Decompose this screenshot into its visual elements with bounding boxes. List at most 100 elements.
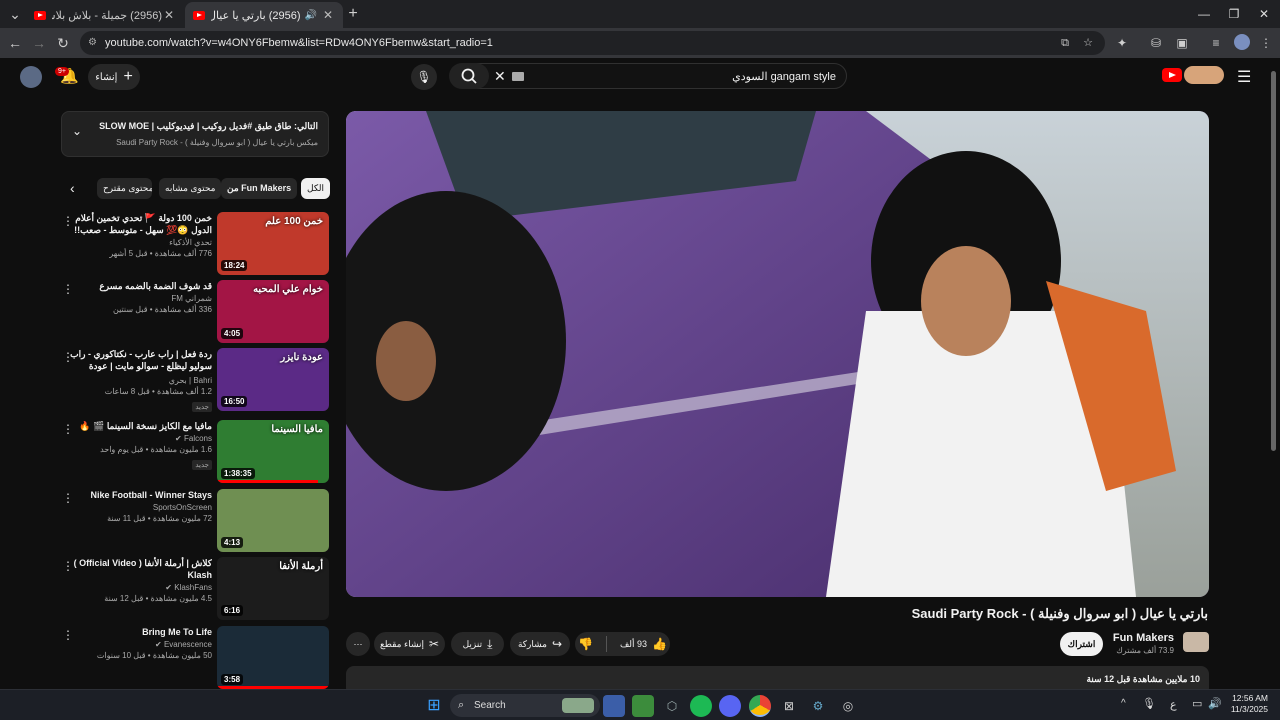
channel-name[interactable]: Falcons ✔	[62, 434, 212, 443]
video-thumbnail[interactable]: خوام علي المحبه 4:05	[217, 280, 329, 343]
video-thumbnail[interactable]: مافيا السينما 1:38:35	[217, 420, 329, 483]
channel-name[interactable]: KlashFans ✔	[62, 583, 212, 592]
profile-avatar[interactable]	[1234, 34, 1250, 50]
chevron-left-icon[interactable]: ‹	[70, 180, 75, 196]
clock[interactable]: 12:56 AM 11/3/2025	[1231, 693, 1268, 715]
volume-icon[interactable]: 🔊	[1208, 697, 1222, 710]
close-icon[interactable]: ✕	[162, 8, 176, 22]
download-button[interactable]: تنزيل ⤓	[451, 632, 504, 656]
channel-name[interactable]: Fun Makers	[1113, 632, 1174, 644]
channel-avatar[interactable]	[1183, 632, 1209, 652]
video-title[interactable]: قد شوف الضمة بالضمه مسرع	[62, 280, 212, 292]
clip-button[interactable]: إنشاء مقطع ✂	[374, 632, 445, 656]
page-scrollbar[interactable]	[1271, 61, 1277, 687]
more-options-icon[interactable]: ⋮	[62, 214, 74, 228]
more-options-icon[interactable]: ⋮	[62, 350, 74, 364]
chip-recommended[interactable]: محتوى مقترح	[97, 178, 152, 199]
video-title[interactable]: ردة فعل | راب عارب - نكتاكوري - راب سولي…	[62, 348, 212, 374]
file-explorer-icon[interactable]	[603, 695, 625, 717]
restore-icon[interactable]: ❐	[1220, 4, 1248, 24]
list-item[interactable]: خمن 100 علم 18:24 خمن 100 دولة 🚩 تحدي تخمي…	[60, 212, 330, 276]
taskbar-search[interactable]: ⌕ Search	[450, 694, 600, 717]
tab-inactive[interactable]: (2956) جميلة - بلاش بلاش | YouTube ✕	[26, 2, 184, 28]
app-icon[interactable]: ⬡	[661, 695, 683, 717]
chip-from-channel[interactable]: من Fun Makers	[221, 178, 298, 199]
create-button[interactable]: إنشاء +	[88, 64, 140, 90]
tab-active[interactable]: (2956) بارتي يا عيال ( ابو سروال وفنيلة …	[185, 2, 343, 28]
video-title[interactable]: Bring Me To Life	[62, 626, 212, 638]
doodle-logo-icon[interactable]	[1184, 66, 1224, 84]
minimize-icon[interactable]: —	[1190, 4, 1218, 24]
chip-related[interactable]: محتوى مشابه	[159, 178, 222, 199]
spotify-icon[interactable]	[690, 695, 712, 717]
address-bar[interactable]: ⚙ youtube.com/watch?v=w4ONY6Fbemw&list=R…	[80, 31, 1105, 55]
channel-name[interactable]: Evanescence ✔	[62, 640, 212, 649]
side-panel-icon[interactable]: ▣	[1172, 33, 1192, 53]
chevron-down-icon[interactable]: ⌄	[72, 124, 82, 138]
list-item[interactable]: عودة نايزر 16:50 ردة فعل | راب عارب - نكتا…	[60, 348, 330, 412]
more-options-icon[interactable]: ⋮	[62, 422, 74, 436]
more-options-icon[interactable]: ⋮	[62, 628, 74, 642]
forward-icon[interactable]: →	[28, 32, 50, 54]
video-thumbnail[interactable]: 4:13	[217, 489, 329, 552]
app-notification-icon[interactable]: ◎	[837, 695, 859, 717]
share-button[interactable]: مشاركة ↪	[510, 632, 570, 656]
windows-start-icon[interactable]: ⊞	[423, 695, 445, 717]
video-thumbnail[interactable]: أرملة الأنفا 6:16	[217, 557, 329, 620]
video-title[interactable]: كلاش | أرملة الأنفا ( Official Video ) K…	[62, 557, 212, 581]
youtube-logo-icon[interactable]	[1162, 68, 1182, 82]
chip-all[interactable]: الكل	[301, 178, 331, 199]
dislike-icon[interactable]: 👎	[578, 637, 593, 651]
search-button[interactable]	[449, 63, 489, 89]
list-item[interactable]: مافيا السينما 1:38:35 مافيا مع الكايز نسخة…	[60, 420, 330, 484]
xbox-icon[interactable]: ⊠	[778, 695, 800, 717]
video-thumbnail[interactable]: خمن 100 علم 18:24	[217, 212, 329, 275]
more-options-icon[interactable]: ⋮	[62, 559, 74, 573]
video-player[interactable]	[346, 111, 1209, 597]
more-options-icon[interactable]: ⋮	[62, 282, 74, 296]
video-thumbnail[interactable]: عودة نايزر 16:50	[217, 348, 329, 411]
subscribe-button[interactable]: اشتراك	[1060, 632, 1103, 656]
new-tab-button[interactable]: +	[342, 3, 364, 25]
minecraft-icon[interactable]	[632, 695, 654, 717]
tab-search-button[interactable]: ⌄	[4, 3, 26, 25]
channel-name[interactable]: SportsOnScreen	[62, 503, 212, 512]
network-icon[interactable]: ▭	[1192, 697, 1202, 710]
channel-name[interactable]: Bahri | بحري	[62, 376, 212, 385]
reload-icon[interactable]: ↻	[52, 32, 74, 54]
more-options-icon[interactable]: ⋮	[62, 491, 74, 505]
list-item[interactable]: 3:58 Bring Me To Life Evanescence ✔ 50 مليو…	[60, 626, 330, 690]
clear-search-icon[interactable]: ✕	[494, 68, 506, 85]
install-icon[interactable]: ⧉	[1061, 31, 1069, 55]
list-item[interactable]: خوام علي المحبه 4:05 قد شوف الضمة بالضمه م…	[60, 280, 330, 344]
search-input[interactable]: gangam style السودي	[732, 64, 836, 90]
like-icon[interactable]: 👍	[652, 637, 667, 651]
discord-icon[interactable]	[719, 695, 741, 717]
list-item[interactable]: أرملة الأنفا 6:16 كلاش | أرملة الأنفا ( Of…	[60, 557, 330, 621]
language-indicator[interactable]: ع	[1170, 698, 1177, 711]
bookmark-star-icon[interactable]: ☆	[1083, 31, 1093, 55]
more-actions-button[interactable]: ⋯	[346, 632, 370, 656]
steam-icon[interactable]: ⚙	[807, 695, 829, 717]
extensions-icon[interactable]: ✦	[1112, 33, 1132, 53]
video-title[interactable]: مافيا مع الكايز نسخة السينما 🎬 🔥	[62, 420, 212, 432]
video-thumbnail[interactable]: 3:58	[217, 626, 329, 689]
avatar[interactable]	[20, 66, 42, 88]
mic-icon[interactable]: 🎙	[411, 64, 437, 90]
chrome-icon[interactable]	[749, 695, 771, 717]
mic-icon[interactable]: 🎙	[1142, 697, 1156, 710]
scrollbar-thumb[interactable]	[1271, 71, 1276, 451]
back-icon[interactable]: ←	[4, 32, 26, 54]
media-icon[interactable]: ≡	[1206, 33, 1226, 53]
chevron-up-icon[interactable]: ^	[1121, 698, 1126, 709]
speaker-icon[interactable]: 🔊	[305, 10, 317, 21]
keyboard-icon[interactable]	[512, 72, 524, 81]
video-title[interactable]: خمن 100 دولة 🚩 تحدي تخمين أعلام الدول 😳💯…	[62, 212, 212, 236]
list-item[interactable]: 4:13 Nike Football - Winner Stays SportsOn…	[60, 489, 330, 553]
hamburger-menu-icon[interactable]: ☰	[1237, 67, 1251, 87]
site-info-icon[interactable]: ⚙	[88, 31, 97, 55]
menu-icon[interactable]: ⋮	[1256, 33, 1276, 53]
channel-name[interactable]: شمراني FM	[62, 294, 212, 303]
close-icon[interactable]: ✕	[321, 8, 335, 22]
mix-playlist-panel[interactable]: التالي: طاق طيق #فديل روكيب | فيديوكليب …	[61, 111, 329, 157]
